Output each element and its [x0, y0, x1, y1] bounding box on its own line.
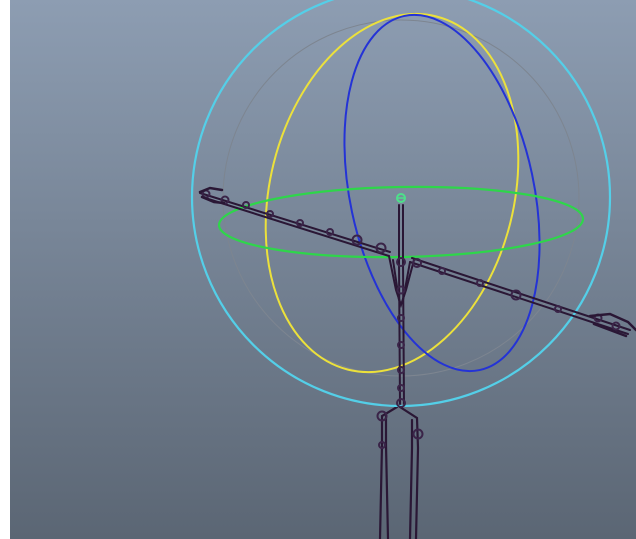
viewport-background — [10, 0, 636, 539]
viewport-scene[interactable] — [10, 0, 636, 539]
3d-viewport[interactable] — [10, 0, 636, 539]
